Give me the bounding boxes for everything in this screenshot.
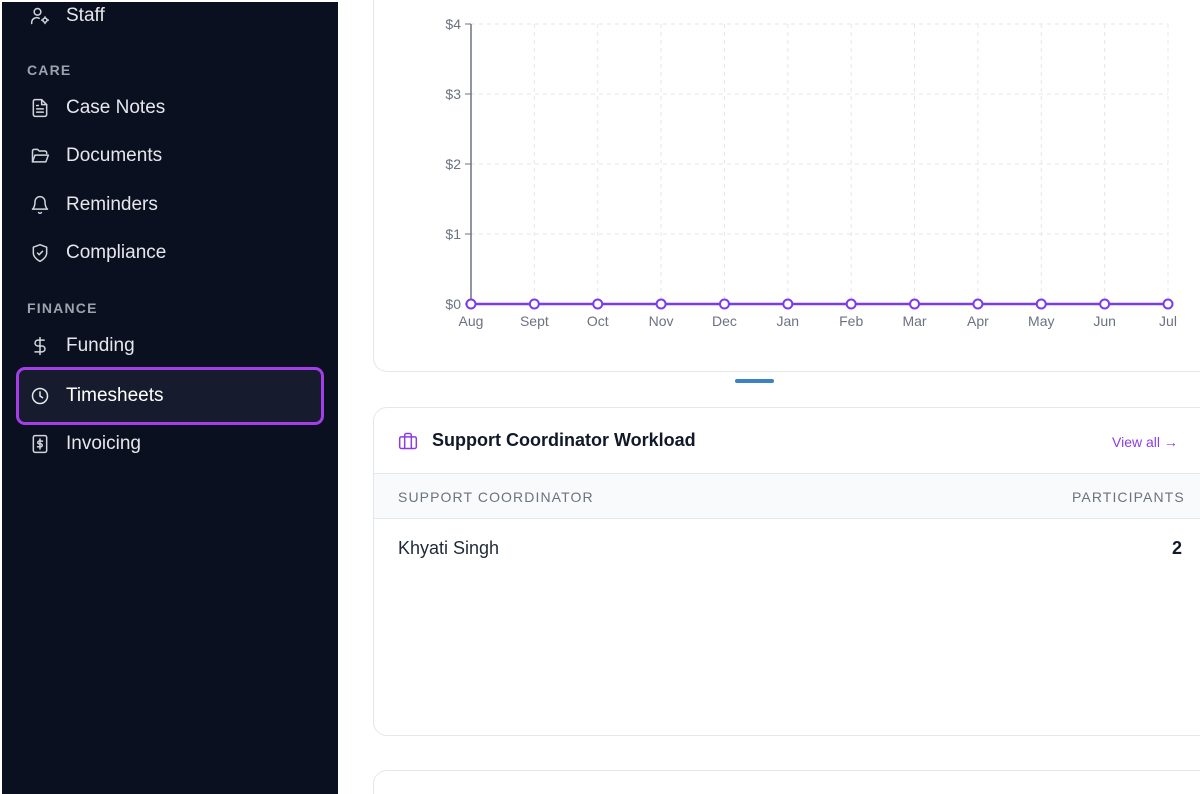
sidebar-item-label: Reminders	[66, 194, 158, 215]
sidebar-item-label: Funding	[66, 335, 135, 356]
data-point	[465, 298, 477, 310]
data-point	[845, 298, 857, 310]
data-point	[782, 298, 794, 310]
data-point	[655, 298, 667, 310]
sidebar-item-label: Invoicing	[66, 433, 141, 454]
section-label-finance: FINANCE	[27, 300, 98, 316]
invoice-icon	[32, 434, 48, 454]
column-header-coordinator: SUPPORT COORDINATOR	[398, 489, 594, 505]
workload-title: Support Coordinator Workload	[432, 430, 696, 450]
sidebar-item-label: Staff	[66, 5, 105, 26]
y-tick-label: $1	[445, 226, 461, 242]
workload-header: Support Coordinator Workload	[374, 408, 1200, 474]
table-header: SUPPORT COORDINATOR PARTICIPANTS	[374, 474, 1200, 519]
data-point	[1099, 298, 1111, 310]
sidebar-item-compliance[interactable]: Compliance	[16, 232, 324, 274]
file-text-icon	[32, 98, 48, 118]
staff-icon	[30, 7, 50, 25]
sidebar: Staff CARE Case Notes Documents Reminder…	[2, 2, 338, 794]
data-point	[972, 298, 984, 310]
sidebar-item-staff[interactable]: Staff	[16, 0, 324, 37]
x-tick-label: Jun	[1093, 313, 1116, 329]
folder-open-icon	[31, 148, 50, 163]
sidebar-item-documents[interactable]: Documents	[16, 135, 324, 177]
participants-count: 2	[1172, 538, 1183, 558]
x-tick-label: Aug	[459, 313, 484, 329]
y-tick-label: $3	[445, 86, 461, 102]
x-tick-label: Apr	[967, 313, 989, 329]
dollar-sign-icon	[34, 336, 46, 356]
coordinator-name: Khyati Singh	[398, 538, 500, 558]
x-tick-label: Jul	[1159, 313, 1177, 329]
shield-check-icon	[32, 243, 48, 263]
next-card	[373, 770, 1200, 794]
column-header-participants: PARTICIPANTS	[1072, 489, 1185, 505]
view-all-link[interactable]: View all →	[1112, 434, 1178, 450]
x-tick-label: May	[1028, 313, 1054, 329]
sidebar-item-label: Documents	[66, 145, 163, 166]
workload-card: Support Coordinator Workload View all → …	[373, 407, 1200, 736]
x-tick-label: Jan	[777, 313, 800, 329]
data-point	[718, 298, 730, 310]
sidebar-item-funding[interactable]: Funding	[16, 325, 324, 367]
line-chart: $0 $1 $2 $3 $4 Aug Sept Oct Nov Dec Jan Feb Mar Apr Ma…	[445, 16, 1177, 329]
section-label-care: CARE	[27, 62, 72, 78]
y-tick-label: $2	[445, 156, 461, 172]
sidebar-item-case-notes[interactable]: Case Notes	[16, 87, 324, 129]
data-point	[528, 298, 540, 310]
bell-icon	[31, 195, 49, 215]
sidebar-item-label: Compliance	[66, 242, 167, 263]
x-tick-label: Feb	[839, 313, 863, 329]
x-tick-label: Mar	[902, 313, 926, 329]
chart-card: $0 $1 $2 $3 $4 Aug Sept Oct Nov Dec Jan Feb Mar Apr Ma…	[373, 0, 1200, 372]
sidebar-item-label: Timesheets	[66, 385, 164, 406]
data-point	[592, 298, 604, 310]
table-row[interactable]: Khyati Singh 2	[374, 519, 1200, 577]
briefcase-icon	[398, 432, 418, 449]
data-point	[1035, 298, 1047, 310]
clock-icon	[31, 387, 49, 405]
y-tick-label: $0	[445, 296, 461, 312]
carousel-indicator[interactable]	[735, 379, 774, 383]
data-point	[1162, 298, 1174, 310]
sidebar-item-invoicing[interactable]: Invoicing	[16, 423, 324, 465]
sidebar-item-label: Case Notes	[66, 97, 166, 118]
y-tick-label: $4	[445, 16, 461, 32]
x-tick-label: Dec	[712, 313, 737, 329]
sidebar-item-timesheets[interactable]: Timesheets	[16, 367, 324, 425]
data-point	[909, 298, 921, 310]
x-tick-label: Oct	[587, 313, 609, 329]
x-tick-label: Sept	[520, 313, 549, 329]
sidebar-item-reminders[interactable]: Reminders	[16, 184, 324, 226]
x-tick-label: Nov	[649, 313, 674, 329]
